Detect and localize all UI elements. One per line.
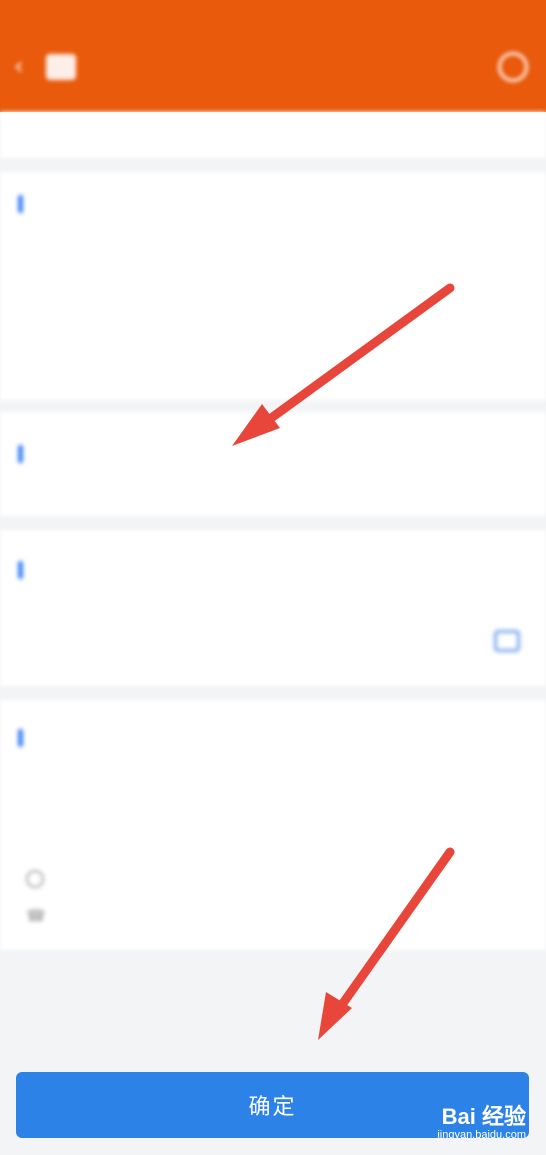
settings-icon[interactable] [498,52,528,82]
app-header: ‹ [0,0,546,112]
business-section[interactable] [0,412,546,516]
back-arrow-icon[interactable]: ‹ [14,52,24,80]
arrow-head-confirm [318,992,352,1040]
business-title [18,442,34,463]
personal-info-title [18,192,34,213]
status-bar [28,8,506,30]
time-section [0,530,546,686]
calendar-icon[interactable] [494,630,520,652]
location-icon [26,870,44,888]
notice-bar [0,112,546,158]
agency-section: ☎ [0,700,546,950]
personal-info-section [0,172,546,400]
nav-bar: ‹ [0,40,546,100]
time-title [18,558,34,579]
agency-title [18,726,34,747]
app-logo-icon [46,54,76,80]
watermark-brand: Bai 经验 [441,1104,526,1129]
watermark-url: jingyan.baidu.com [437,1129,526,1141]
baidu-jingyan-watermark: Bai 经验 jingyan.baidu.com [437,1099,526,1141]
phone-icon: ☎ [26,906,46,925]
